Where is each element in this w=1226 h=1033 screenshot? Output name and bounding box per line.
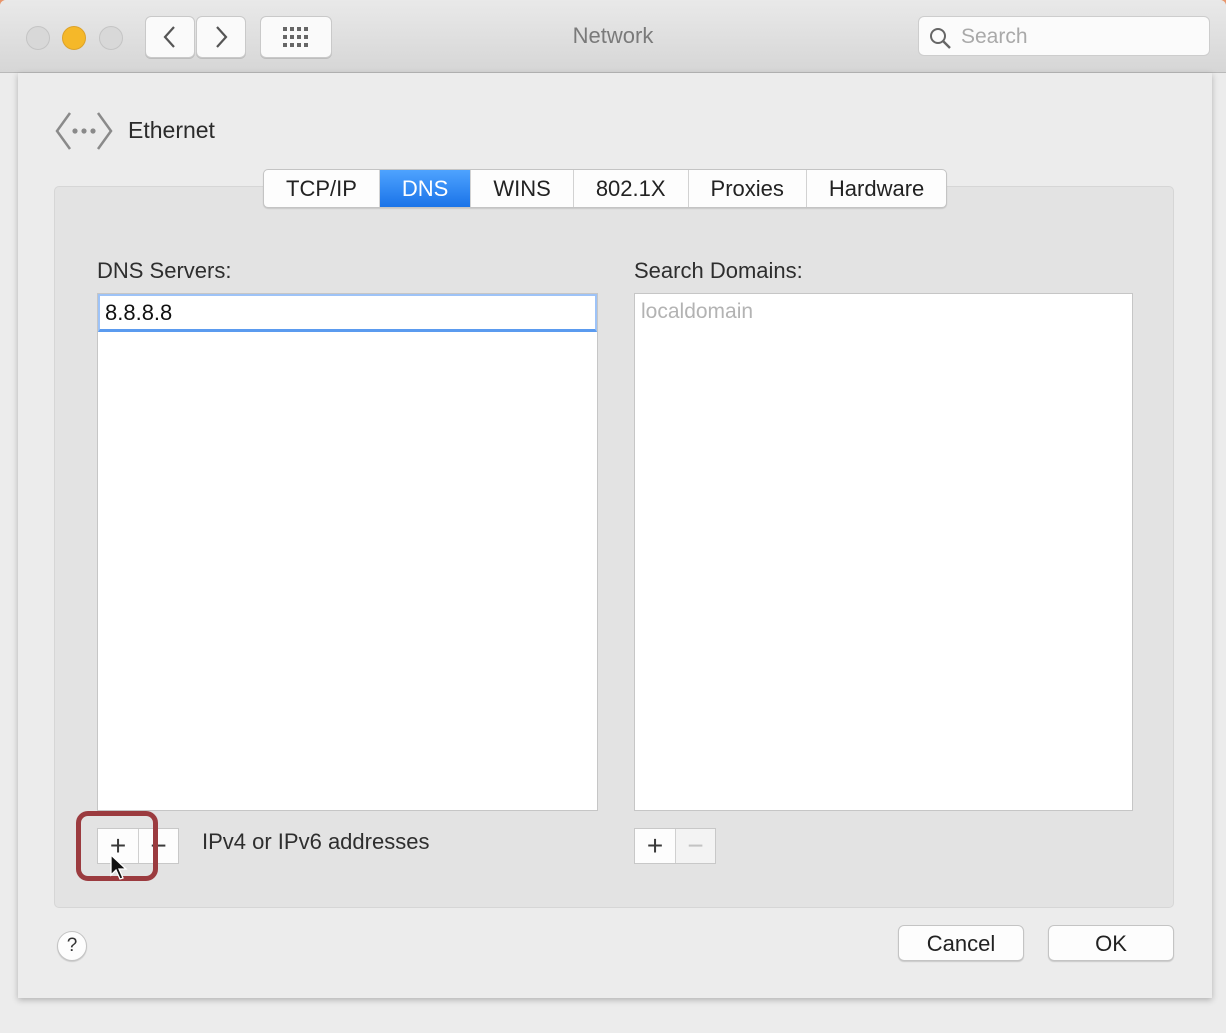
remove-search-domain-button[interactable]: − — [675, 829, 715, 863]
tab-dns[interactable]: DNS — [379, 170, 472, 207]
dns-servers-list[interactable]: 8.8.8.8 — [97, 293, 598, 811]
interface-name: Ethernet — [128, 117, 215, 143]
search-icon — [930, 28, 951, 49]
tab-bar: TCP/IP DNS WINS 802.1X Proxies Hardware — [263, 169, 948, 208]
title-bar: Network Search — [0, 0, 1226, 73]
search-placeholder: Search — [961, 25, 1028, 48]
cancel-button[interactable]: Cancel — [898, 925, 1024, 961]
search-domains-buttons: + − — [634, 828, 716, 864]
dns-servers-hint: IPv4 or IPv6 addresses — [202, 829, 430, 854]
tab-tcpip[interactable]: TCP/IP — [264, 170, 380, 207]
ethernet-icon — [55, 112, 113, 150]
mouse-pointer-icon — [110, 854, 128, 880]
tab-8021x[interactable]: 802.1X — [574, 170, 689, 207]
tab-hardware[interactable]: Hardware — [807, 170, 946, 207]
tab-proxies[interactable]: Proxies — [689, 170, 807, 207]
search-domains-label: Search Domains: — [634, 258, 803, 283]
help-button[interactable]: ? — [57, 931, 87, 961]
network-preferences-window: Network Search Ethernet TCP/IP DNS WINS … — [0, 0, 1226, 1033]
dns-server-entry[interactable]: 8.8.8.8 — [98, 294, 597, 332]
add-search-domain-button[interactable]: + — [635, 829, 675, 863]
tab-wins[interactable]: WINS — [471, 170, 574, 207]
search-domains-list[interactable]: localdomain — [634, 293, 1133, 811]
search-domain-entry: localdomain — [641, 300, 754, 323]
search-field[interactable]: Search — [918, 16, 1210, 56]
ok-button[interactable]: OK — [1048, 925, 1174, 961]
dns-servers-label: DNS Servers: — [97, 258, 232, 283]
